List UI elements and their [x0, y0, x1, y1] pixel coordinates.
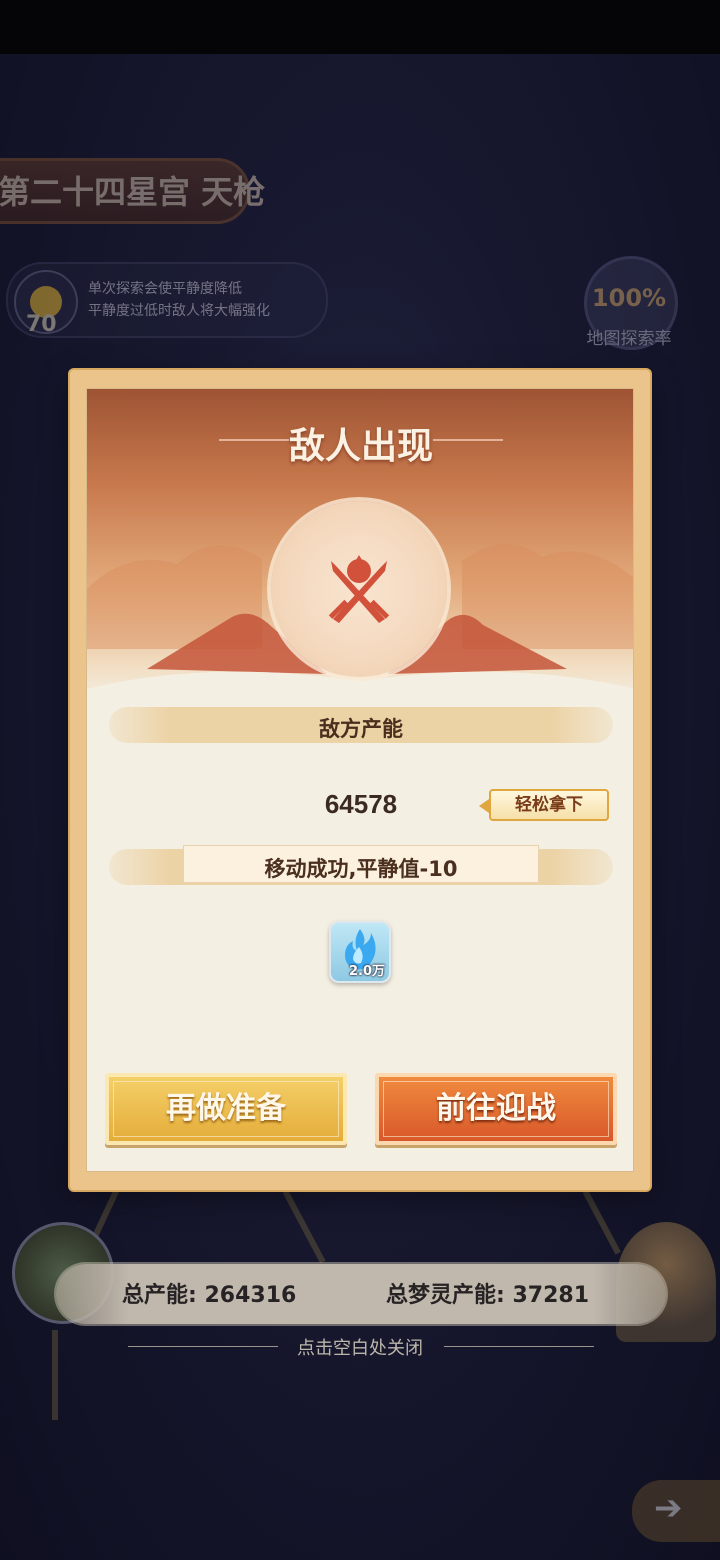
- enemy-emblem: [271, 501, 447, 677]
- fight-button[interactable]: 前往迎战: [375, 1073, 617, 1145]
- prepare-button[interactable]: 再做准备: [105, 1073, 347, 1145]
- move-result-text: 移动成功,平静值-10: [264, 857, 458, 881]
- button-frame: [383, 1081, 609, 1137]
- reward-quantity: 2.0万: [348, 964, 385, 979]
- difficulty-tag: 轻松拿下: [479, 789, 609, 821]
- header-art: 敌人出现: [87, 389, 633, 701]
- button-frame: [113, 1081, 339, 1137]
- enemy-power-label: 敌方产能: [319, 717, 403, 741]
- status-bar: [0, 0, 720, 54]
- dialog-title: 敌人出现: [288, 425, 433, 467]
- enemy-power-value: 64578: [324, 789, 398, 819]
- enemy-appear-dialog: 敌人出现 敌方产能 64578 轻松拿下 移动成功,平静值-10 2.0万 再做…: [70, 370, 650, 1190]
- reward-item[interactable]: 2.0万: [329, 921, 391, 983]
- dialog-paper: 敌人出现 敌方产能 64578 轻松拿下 移动成功,平静值-10 2.0万 再做…: [86, 388, 634, 1172]
- crossed-swords-icon: [328, 555, 390, 623]
